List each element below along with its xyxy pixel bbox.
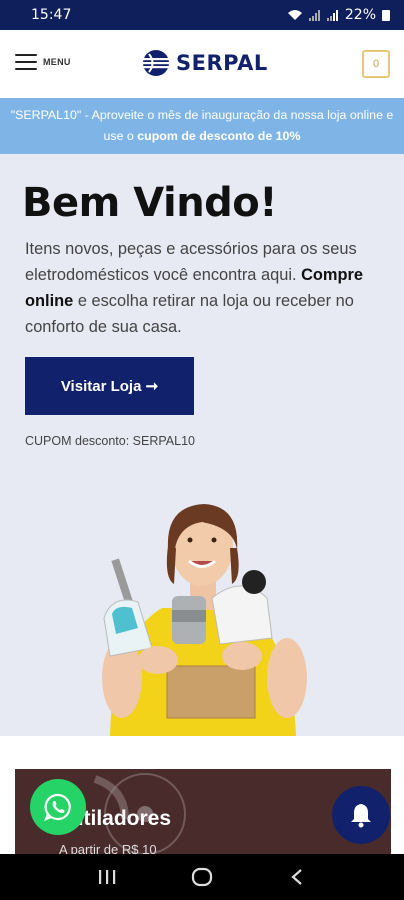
logo[interactable]: SERPAL [142,49,268,77]
back-button[interactable] [277,857,317,897]
logo-text: SERPAL [176,51,268,75]
system-nav-bar [0,854,404,900]
recent-apps-icon [99,870,116,884]
whatsapp-icon [44,793,71,821]
logo-mark-icon [142,50,170,76]
signal-icon-2 [326,9,338,21]
battery-icon [382,9,390,21]
promo-bold: cupom de desconto de 10% [137,129,301,143]
notification-bell-button[interactable] [332,786,390,844]
wifi-icon [287,10,302,20]
cart-count: 0 [372,58,380,70]
signal-icon [308,9,320,21]
hero-description: Itens novos, peças e acessórios para os … [25,236,390,340]
back-icon [290,869,302,885]
menu-button[interactable]: MENU [15,54,71,70]
status-time: 15:47 [31,7,72,23]
whatsapp-button[interactable] [30,779,86,835]
visit-store-button[interactable]: Visitar Loja ➞ [25,357,194,415]
hero-section: Bem Vindo! Itens novos, peças e acessóri… [0,154,404,736]
coupon-text: CUPOM desconto: SERPAL10 [25,434,195,448]
status-icons: 22% [287,7,390,23]
hamburger-icon [15,54,37,70]
cart-button[interactable]: 0 [362,50,390,78]
promo-banner: "SERPAL10" - Aproveite o mês de inaugura… [0,98,404,154]
menu-label: MENU [43,57,71,67]
battery-percent: 22% [344,7,376,23]
hero-image [102,504,307,736]
site-header: MENU SERPAL 0 [0,30,404,98]
home-button[interactable] [182,857,222,897]
status-bar: 15:47 22% [0,0,404,30]
hero-desc-line2: e escolha retirar na loja ou receber no … [25,292,354,336]
bell-icon [351,804,371,828]
home-icon [191,867,213,887]
recent-apps-button[interactable] [87,857,127,897]
hero-title: Bem Vindo! [22,180,278,226]
